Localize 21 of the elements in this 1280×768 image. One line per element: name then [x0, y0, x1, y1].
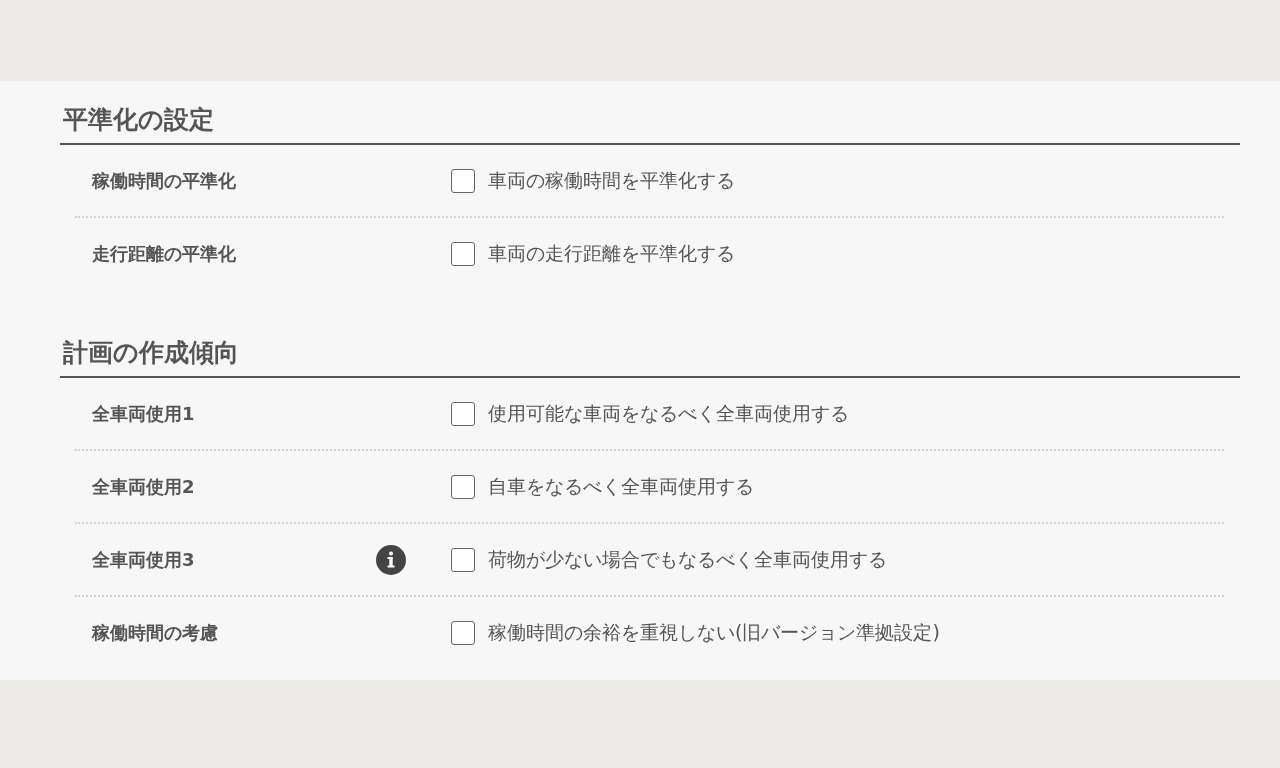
- checkbox[interactable]: [451, 474, 475, 499]
- setting-label: 全車両使用3: [92, 547, 195, 572]
- info-icon[interactable]: [376, 544, 406, 575]
- checkbox[interactable]: [451, 547, 475, 572]
- checkbox-label[interactable]: 稼働時間の余裕を重視しない(旧バージョン準拠設定): [488, 619, 940, 646]
- section-heading: 計画の作成傾向: [60, 314, 1240, 378]
- section-heading: 平準化の設定: [60, 81, 1240, 145]
- checkbox-label[interactable]: 自車をなるべく全車両使用する: [488, 473, 754, 500]
- setting-label: 全車両使用1: [92, 401, 195, 426]
- checkbox[interactable]: [451, 401, 475, 426]
- checkbox-label[interactable]: 車両の稼働時間を平準化する: [488, 167, 735, 194]
- checkbox[interactable]: [451, 168, 475, 193]
- setting-label: 全車両使用2: [92, 474, 195, 499]
- checkbox[interactable]: [451, 620, 475, 645]
- setting-label: 走行距離の平準化: [92, 241, 236, 266]
- checkbox[interactable]: [451, 241, 475, 266]
- setting-label: 稼働時間の平準化: [92, 168, 236, 193]
- checkbox-label[interactable]: 荷物が少ない場合でもなるべく全車両使用する: [488, 546, 887, 573]
- checkbox-label[interactable]: 使用可能な車両をなるべく全車両使用する: [488, 400, 849, 427]
- checkbox-label[interactable]: 車両の走行距離を平準化する: [488, 240, 735, 267]
- setting-label: 稼働時間の考慮: [92, 620, 218, 645]
